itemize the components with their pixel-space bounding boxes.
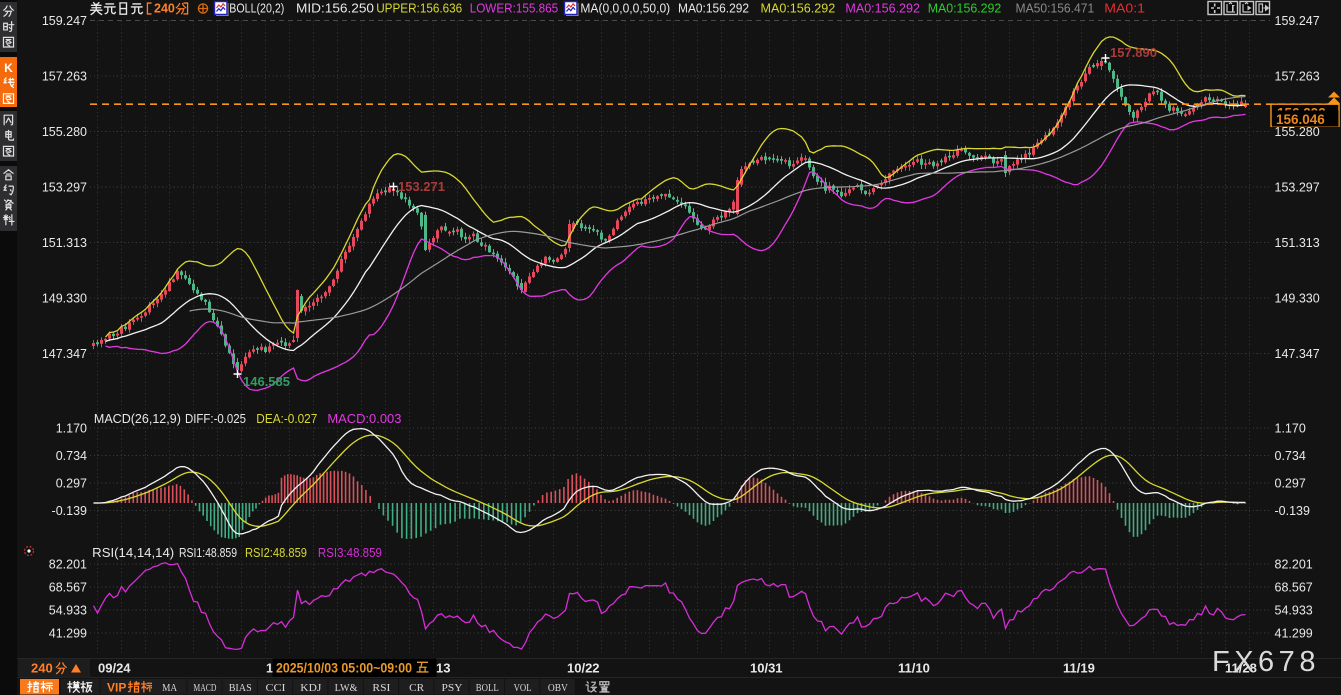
svg-text:1: 1 — [266, 661, 273, 676]
svg-text:11/19: 11/19 — [1063, 661, 1095, 676]
svg-text:MA0:156.292: MA0:156.292 — [678, 1, 749, 16]
svg-text:RSI2:48.859: RSI2:48.859 — [245, 545, 307, 560]
svg-text:2025/10/03 05:00~09:00: 2025/10/03 05:00~09:00 — [276, 661, 412, 676]
svg-text:156.046: 156.046 — [1276, 112, 1325, 127]
svg-text:MACD: MACD — [193, 682, 216, 694]
svg-text:MA50:156.471: MA50:156.471 — [1016, 1, 1095, 16]
svg-text:41.299: 41.299 — [49, 627, 87, 641]
svg-text:VOL: VOL — [514, 682, 532, 694]
svg-text:0.297: 0.297 — [1275, 476, 1306, 490]
svg-text:VIP: VIP — [107, 681, 126, 695]
svg-text:157.263: 157.263 — [42, 70, 87, 84]
svg-text:DIFF:-0.025: DIFF:-0.025 — [185, 411, 246, 426]
svg-text:MA0:156.292: MA0:156.292 — [845, 1, 920, 16]
svg-text:LW&: LW& — [335, 682, 358, 694]
svg-text:146.585: 146.585 — [243, 374, 290, 389]
svg-text:RSI(14,14,14): RSI(14,14,14) — [92, 545, 174, 560]
svg-text:147.347: 147.347 — [1275, 347, 1320, 361]
svg-text:151.313: 151.313 — [42, 236, 87, 250]
svg-text:240: 240 — [154, 2, 175, 16]
svg-text:KDJ: KDJ — [300, 682, 322, 694]
svg-text:68.567: 68.567 — [49, 581, 87, 595]
svg-text:0.734: 0.734 — [56, 449, 87, 463]
svg-text:UPPER:156.636: UPPER:156.636 — [376, 1, 462, 16]
svg-text:RSI1:48.859: RSI1:48.859 — [179, 545, 237, 560]
svg-text:153.271: 153.271 — [398, 179, 445, 194]
svg-text:82.201: 82.201 — [1275, 558, 1313, 572]
svg-text:BOLL(20,2): BOLL(20,2) — [229, 1, 284, 16]
svg-text:CR: CR — [409, 682, 425, 694]
svg-text:FX678: FX678 — [1212, 646, 1320, 678]
svg-text:MA: MA — [162, 682, 177, 694]
svg-text:240: 240 — [31, 661, 53, 676]
svg-text:149.330: 149.330 — [1275, 292, 1320, 306]
svg-text:MA0:1: MA0:1 — [1104, 1, 1145, 16]
svg-text:54.933: 54.933 — [1275, 604, 1313, 618]
svg-text:54.933: 54.933 — [49, 604, 87, 618]
svg-text:-0.139: -0.139 — [1275, 504, 1310, 518]
svg-text:OBV: OBV — [548, 682, 568, 694]
svg-text:153.297: 153.297 — [1275, 181, 1320, 195]
svg-text:RSI: RSI — [372, 682, 390, 694]
svg-text:0.734: 0.734 — [1275, 449, 1306, 463]
svg-text:DEA:-0.027: DEA:-0.027 — [256, 411, 317, 426]
svg-text:155.280: 155.280 — [42, 125, 87, 139]
svg-text:11/10: 11/10 — [898, 661, 930, 676]
svg-text:09/24: 09/24 — [98, 661, 131, 676]
svg-text:BOLL: BOLL — [476, 682, 499, 694]
svg-text:-0.139: -0.139 — [52, 504, 87, 518]
svg-text:1.170: 1.170 — [1275, 421, 1306, 435]
svg-text:157.263: 157.263 — [1275, 70, 1320, 84]
svg-text:41.299: 41.299 — [1275, 627, 1313, 641]
svg-text:159.247: 159.247 — [1275, 14, 1320, 28]
svg-text:68.567: 68.567 — [1275, 581, 1313, 595]
svg-text:13: 13 — [436, 661, 450, 676]
svg-text:BIAS: BIAS — [229, 682, 252, 694]
svg-text:151.313: 151.313 — [1275, 236, 1320, 250]
svg-text:0.297: 0.297 — [56, 476, 87, 490]
svg-text:RSI3:48.859: RSI3:48.859 — [318, 545, 382, 560]
svg-text:159.247: 159.247 — [42, 14, 87, 28]
svg-text:82.201: 82.201 — [49, 558, 87, 572]
svg-text:157.890: 157.890 — [1110, 45, 1157, 60]
svg-text:MACD(26,12,9): MACD(26,12,9) — [94, 411, 181, 426]
svg-text:153.297: 153.297 — [42, 181, 87, 195]
svg-text:10/31: 10/31 — [750, 661, 783, 676]
svg-text:149.330: 149.330 — [42, 292, 87, 306]
svg-text:MA(0,0,0,0,50,0): MA(0,0,0,0,50,0) — [580, 1, 670, 16]
svg-text:1.170: 1.170 — [56, 421, 87, 435]
svg-text:10/22: 10/22 — [567, 661, 600, 676]
svg-text:147.347: 147.347 — [42, 347, 87, 361]
svg-text:LOWER:155.865: LOWER:155.865 — [470, 1, 559, 16]
svg-text:155.280: 155.280 — [1275, 125, 1320, 139]
svg-text:MID:156.250: MID:156.250 — [296, 1, 374, 16]
svg-text:K: K — [4, 61, 13, 75]
svg-text:CCI: CCI — [266, 682, 286, 694]
svg-text:MA0:156.292: MA0:156.292 — [928, 1, 1002, 16]
svg-text:MA0:156.292: MA0:156.292 — [761, 1, 836, 16]
svg-text:MACD:0.003: MACD:0.003 — [327, 411, 401, 426]
svg-text:PSY: PSY — [442, 682, 463, 694]
